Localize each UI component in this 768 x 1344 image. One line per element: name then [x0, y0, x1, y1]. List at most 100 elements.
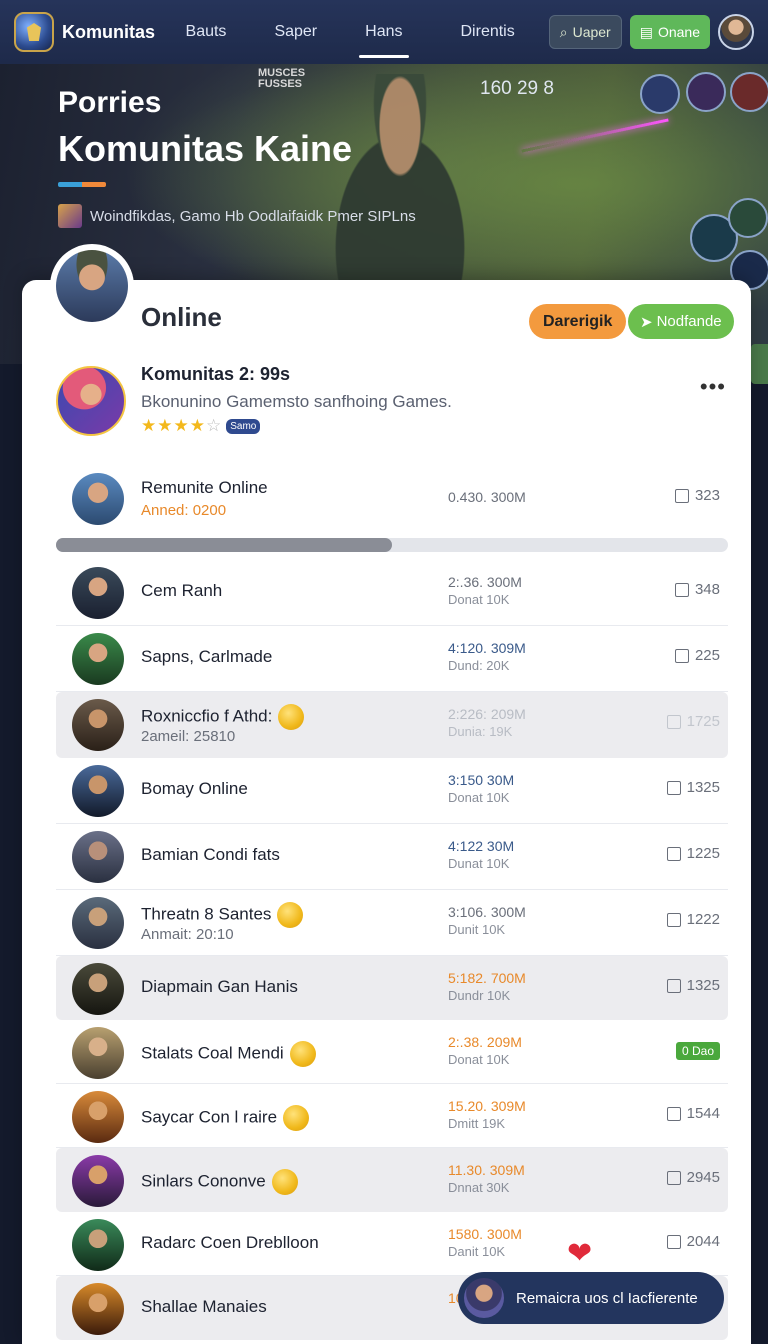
more-options-icon[interactable]: •••	[700, 374, 726, 400]
hero-tagline: Woindfikdas, Gamo Hb Oodlaifaidk Pmer SI…	[58, 204, 416, 228]
heart-icon[interactable]: ❤	[567, 1236, 592, 1271]
likes-count: 225	[694, 647, 720, 664]
likes[interactable]: 1325	[666, 779, 720, 796]
list-item-substat: Danit 10K	[448, 1244, 506, 1259]
community-avatar[interactable]	[50, 244, 134, 328]
progress-bar	[56, 538, 728, 552]
likes-count: 323	[694, 487, 720, 504]
likes[interactable]: 1225	[666, 845, 720, 862]
likes[interactable]: 1222	[666, 911, 720, 928]
thumbs-up-icon	[666, 714, 681, 729]
list-item-name-text: Radarc Coen Dreblloon	[141, 1233, 319, 1252]
community-list: Remunite Online Anned: 0200 0.430. 300M …	[56, 466, 728, 1340]
online-label: Onane	[657, 24, 700, 40]
nav-link-bauts[interactable]: Bauts	[162, 0, 251, 64]
list-item-substat: Dunia: 19K	[448, 724, 513, 739]
list-item[interactable]: Bamian Condi fats 4:122 30M Dunat 10K 1225	[56, 824, 728, 890]
likes-count: 1225	[686, 845, 720, 862]
avatar	[72, 1219, 124, 1271]
list-item-name-text: Diapmain Gan Hanis	[141, 977, 298, 996]
primary-action-button[interactable]: Darerigik	[529, 304, 627, 339]
list-item[interactable]: Radarc Coen Dreblloon 1580. 300M Danit 10K…	[56, 1212, 728, 1276]
game-icon	[58, 204, 82, 228]
likes[interactable]: 323	[674, 487, 720, 504]
nav-links: Bauts Saper Hans Direntis	[162, 0, 549, 64]
skill-orb-icon	[728, 198, 768, 238]
login-button[interactable]: ⌕ Uaper	[548, 15, 622, 49]
toast-text: Remaicra uos cl Iacfierente	[516, 1289, 698, 1307]
logo-text: Komunitas	[62, 21, 156, 42]
list-item-name: Radarc Coen Dreblloon	[141, 1233, 319, 1253]
card-heading: Online	[141, 302, 222, 332]
likes[interactable]: 2945	[666, 1169, 720, 1186]
likes[interactable]: 1725	[666, 713, 720, 730]
featured-title: Komunitas 2: 99s	[141, 364, 291, 384]
page-title: Komunitas Kaine	[58, 128, 353, 169]
list-item-substat: Dmitt 19K	[448, 1116, 506, 1131]
list-item-stat: 4:122 30M	[448, 838, 515, 854]
list-item-stat: 2:226: 209M	[448, 706, 526, 722]
list-item[interactable]: Bomay Online 3:150 30M Donat 10K 1325	[56, 758, 728, 824]
list-item[interactable]: Cem Ranh 2:.36. 300M Donat 10K 348	[56, 560, 728, 626]
list-item-name: Bamian Condi fats	[141, 845, 280, 865]
list-item[interactable]: Sapns, Carlmade 4:120. 309M Dund: 20K 225	[56, 626, 728, 692]
list-item-name-text: Sapns, Carlmade	[141, 647, 273, 666]
likes[interactable]: 1544	[666, 1105, 720, 1122]
featured-game-image	[56, 366, 126, 436]
empty-star-icon: ☆	[206, 416, 222, 435]
avatar	[72, 699, 124, 751]
hero-tagline-text: Woindfikdas, Gamo Hb Oodlaifaidk Pmer SI…	[90, 207, 416, 225]
avatar	[72, 473, 124, 525]
list-item-name-text: Threatn 8 Santes	[141, 904, 272, 924]
likes[interactable]: 1325	[666, 977, 720, 994]
thumbs-up-icon	[666, 780, 681, 795]
likes-count: 1325	[686, 977, 720, 994]
status-badge: Samo	[226, 418, 261, 434]
nav-link-hans[interactable]: Hans	[341, 0, 426, 64]
coin-icon	[283, 1105, 310, 1131]
likes[interactable]: 2044	[666, 1233, 720, 1250]
avatar	[72, 1027, 124, 1079]
avatar	[72, 831, 124, 883]
user-avatar[interactable]	[718, 14, 754, 50]
list-item-substat: Dund: 20K	[448, 658, 510, 673]
skill-orb-icon	[730, 72, 768, 112]
list-item-stat: 5:182. 700M	[448, 970, 526, 986]
secondary-action-button[interactable]: ➤ Nodfande	[628, 304, 734, 339]
list-item[interactable]: Sinlars Cononve 11.30. 309M Dnnat 30K 2945	[56, 1148, 728, 1212]
list-item-substat: Dunit 10K	[448, 922, 506, 937]
likes[interactable]: 348	[674, 581, 720, 598]
list-item-name: Diapmain Gan Hanis	[141, 977, 298, 997]
list-item[interactable]: Stalats Coal Mendi 2:.38. 209M Donat 10K 0 …	[56, 1020, 728, 1084]
side-tab[interactable]	[751, 344, 768, 384]
list-item-name-text: Bamian Condi fats	[141, 845, 280, 864]
list-item[interactable]: Diapmain Gan Hanis 5:182. 700M Dundr 10K 13…	[56, 956, 728, 1020]
likes[interactable]: 225	[674, 647, 720, 664]
notification-toast[interactable]: Remaicra uos cl Iacfierente	[458, 1272, 724, 1324]
list-item-stat: 3:150 30M	[448, 772, 515, 788]
featured-community[interactable]: Komunitas 2: 99s Bkonunino Gamemsto sanf…	[56, 364, 736, 444]
likes-count: 1725	[686, 713, 720, 730]
hero-divider	[58, 182, 106, 187]
coin-icon	[289, 1041, 316, 1067]
logo[interactable]: Komunitas	[14, 12, 162, 52]
list-item[interactable]: Remunite Online Anned: 0200 0.430. 300M …	[56, 466, 728, 538]
list-item[interactable]: Roxniccfio f Athd: 2ameil: 25810 2:226: 20…	[56, 692, 728, 758]
list-item-stat: 15.20. 309M	[448, 1098, 526, 1114]
toast-avatar	[464, 1278, 504, 1318]
hero-overlay-text: MUSCES FUSSES	[258, 67, 306, 90]
nav-link-direntis[interactable]: Direntis	[427, 0, 549, 64]
nav-link-saper[interactable]: Saper	[250, 0, 341, 64]
list-item[interactable]: Threatn 8 Santes Anmait: 20:10 3:106. 300M…	[56, 890, 728, 956]
list-item-name: Saycar Con l raire	[141, 1105, 310, 1131]
thumbs-up-icon	[666, 1234, 681, 1249]
search-icon: ⌕	[559, 23, 568, 40]
thumbs-up-icon	[666, 1170, 681, 1185]
list-item-stat: 1580. 300M	[448, 1226, 522, 1242]
list-item[interactable]: Saycar Con l raire 15.20. 309M Dmitt 19K 15…	[56, 1084, 728, 1148]
online-button[interactable]: ▤ Onane	[629, 15, 710, 49]
likes-count: 348	[694, 581, 720, 598]
list-item-name: Roxniccfio f Athd:	[141, 704, 305, 730]
likes-count: 2945	[686, 1169, 720, 1186]
hero-score: 160 29 8	[480, 78, 554, 99]
